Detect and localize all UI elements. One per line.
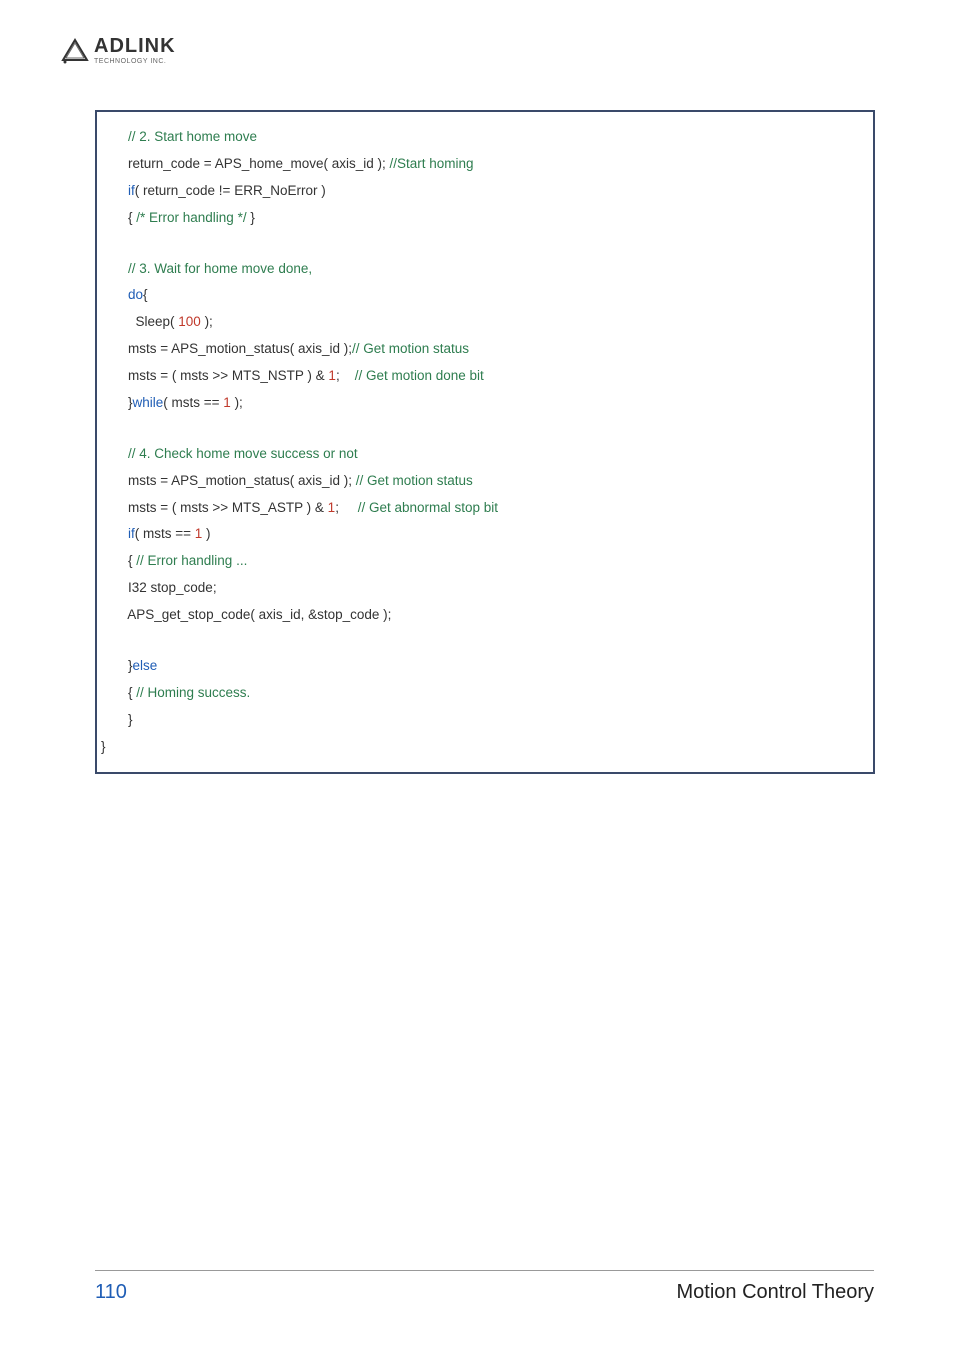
- code-line: msts = ( msts >> MTS_ASTP ) & 1; // Get …: [101, 495, 861, 522]
- header-logo: ADLINK TECHNOLOGY INC.: [60, 35, 176, 65]
- code-line: }else: [101, 653, 861, 680]
- logo-text: ADLINK TECHNOLOGY INC.: [94, 35, 176, 65]
- code-line: if( return_code != ERR_NoError ): [101, 178, 861, 205]
- code-line: }: [101, 707, 861, 734]
- code-line: // 3. Wait for home move done,: [101, 256, 861, 283]
- code-line: return_code = APS_home_move( axis_id ); …: [101, 151, 861, 178]
- code-line: { /* Error handling */ }: [101, 205, 861, 232]
- code-line: { // Error handling ...: [101, 548, 861, 575]
- code-line: // 2. Start home move: [101, 124, 861, 151]
- code-line: Sleep( 100 );: [101, 309, 861, 336]
- triangle-icon: [60, 35, 90, 65]
- code-line: do{: [101, 282, 861, 309]
- code-line: // 4. Check home move success or not: [101, 441, 861, 468]
- code-line: if( msts == 1 ): [101, 521, 861, 548]
- code-line: msts = APS_motion_status( axis_id );// G…: [101, 336, 861, 363]
- page-footer: 110 Motion Control Theory: [95, 1270, 874, 1304]
- brand-name: ADLINK: [94, 35, 176, 58]
- code-line: }: [101, 734, 861, 761]
- page-number: 110: [95, 1281, 127, 1304]
- code-line: APS_get_stop_code( axis_id, &stop_code )…: [101, 602, 861, 629]
- code-line: I32 stop_code;: [101, 575, 861, 602]
- code-block: // 2. Start home move return_code = APS_…: [95, 110, 875, 774]
- code-line: msts = APS_motion_status( axis_id ); // …: [101, 468, 861, 495]
- footer-title: Motion Control Theory: [677, 1281, 875, 1304]
- code-line: { // Homing success.: [101, 680, 861, 707]
- brand-subtitle: TECHNOLOGY INC.: [94, 58, 176, 65]
- code-line: msts = ( msts >> MTS_NSTP ) & 1; // Get …: [101, 363, 861, 390]
- code-line: }while( msts == 1 );: [101, 390, 861, 417]
